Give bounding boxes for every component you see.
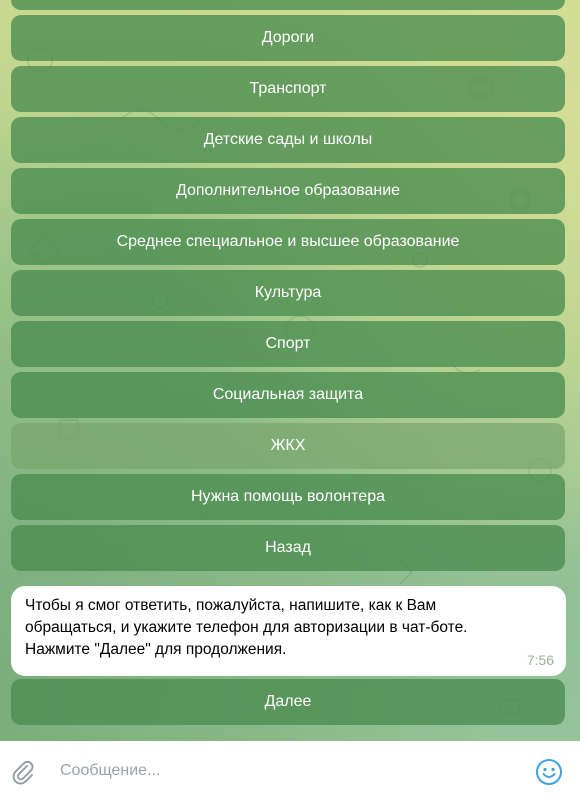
keyboard-button-culture[interactable]: Культура: [11, 270, 565, 316]
keyboard-button-label: Дороги: [261, 29, 315, 46]
message-time: 7:56: [526, 652, 554, 668]
smiley-icon[interactable]: [535, 758, 563, 786]
keyboard-button-label: Социальная защита: [212, 386, 364, 403]
keyboard-button-label: Среднее специальное и высшее образование: [116, 233, 460, 250]
incoming-message-bubble: Чтобы я смог ответить, пожалуйста, напиш…: [11, 586, 566, 676]
keyboard-button-label: Нужна помощь волонтера: [191, 488, 385, 505]
paperclip-icon[interactable]: [10, 759, 36, 785]
keyboard-button-label: ЖКХ: [270, 437, 306, 454]
keyboard-button-back[interactable]: Назад: [11, 525, 565, 571]
keyboard-button-higher-education[interactable]: Среднее специальное и высшее образование: [11, 219, 565, 265]
keyboard-button-label: Транспорт: [249, 80, 327, 97]
message-text: Чтобы я смог ответить, пожалуйста, напиш…: [25, 597, 468, 658]
keyboard-button-partial[interactable]: [11, 0, 565, 10]
keyboard-button-kindergartens-schools[interactable]: Детские сады и школы: [11, 117, 565, 163]
keyboard-button-label: Далее: [264, 693, 312, 710]
keyboard-button-transport[interactable]: Транспорт: [11, 66, 565, 112]
keyboard-button-volunteer-help[interactable]: Нужна помощь волонтера: [11, 474, 565, 520]
keyboard-button-sport[interactable]: Спорт: [11, 321, 565, 367]
message-input[interactable]: [60, 757, 500, 785]
keyboard-button-housing[interactable]: ЖКХ: [11, 423, 565, 469]
keyboard-button-label: Спорт: [265, 335, 311, 352]
keyboard-button-label: Детские сады и школы: [203, 131, 373, 148]
keyboard-button-label: Культура: [254, 284, 322, 301]
keyboard-button-next[interactable]: Далее: [11, 679, 565, 725]
keyboard-button-label: Дополнительное образование: [175, 182, 401, 199]
keyboard-button-additional-education[interactable]: Дополнительное образование: [11, 168, 565, 214]
message-composer: [0, 741, 580, 800]
chat-area[interactable]: Дороги Транспорт Детские сады и школы До…: [0, 0, 580, 741]
keyboard-button-social-protection[interactable]: Социальная защита: [11, 372, 565, 418]
keyboard-button-label: Назад: [265, 539, 311, 556]
keyboard-button-roads[interactable]: Дороги: [11, 15, 565, 61]
